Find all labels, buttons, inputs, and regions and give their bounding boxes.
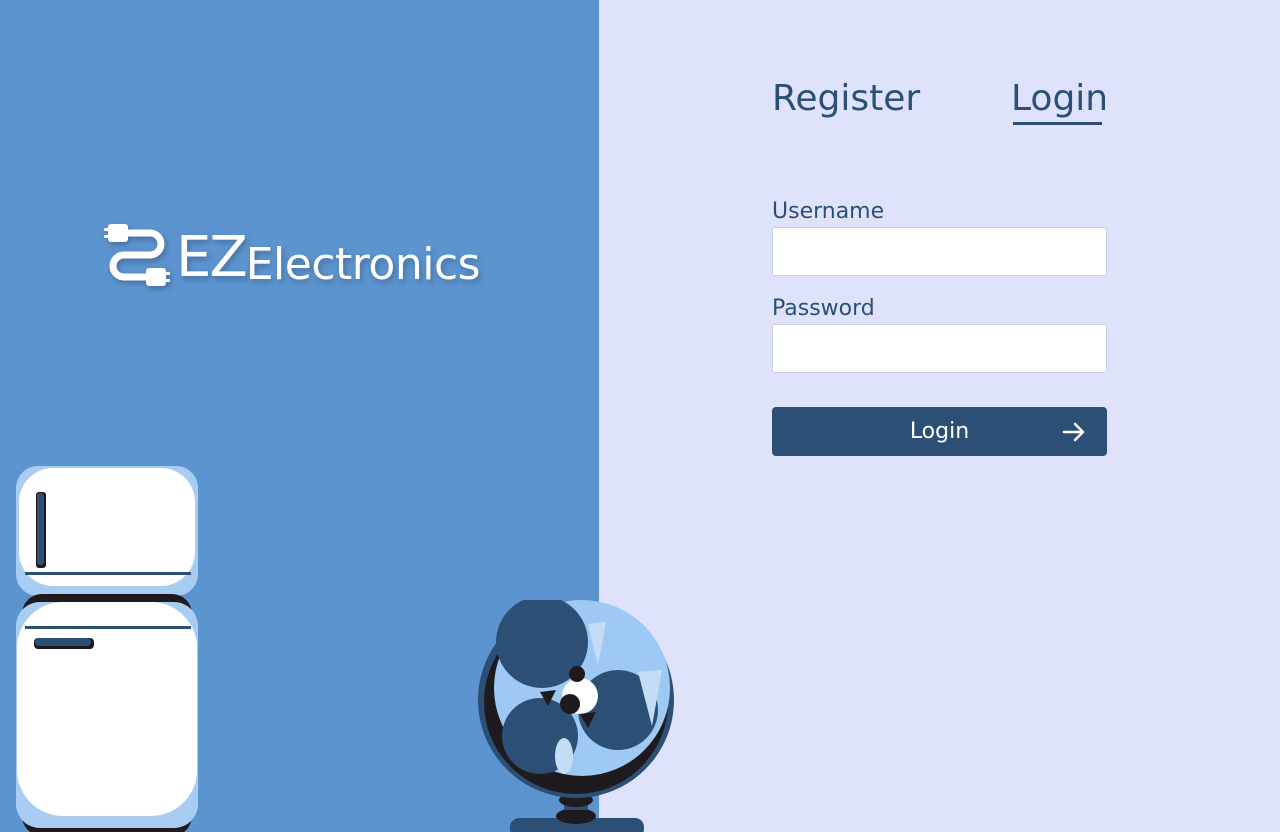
active-tab-indicator [1013, 122, 1102, 125]
tab-login[interactable]: Login [1011, 78, 1108, 120]
login-button-label: Login [909, 419, 970, 444]
arrow-right-icon [1062, 422, 1085, 442]
cable-plug-icon [104, 224, 170, 286]
username-label: Username [772, 199, 885, 224]
password-label: Password [772, 296, 875, 321]
fan-illustration [478, 600, 674, 832]
tab-register[interactable]: Register [772, 78, 920, 120]
brand-name-prefix: EZ [176, 225, 248, 290]
brand-name-suffix: Electronics [245, 239, 481, 290]
password-input[interactable] [772, 324, 1107, 373]
refrigerator-illustration [16, 466, 198, 832]
login-button[interactable]: Login [772, 407, 1107, 456]
username-input[interactable] [772, 227, 1107, 276]
logo: EZ Electronics [104, 222, 481, 290]
